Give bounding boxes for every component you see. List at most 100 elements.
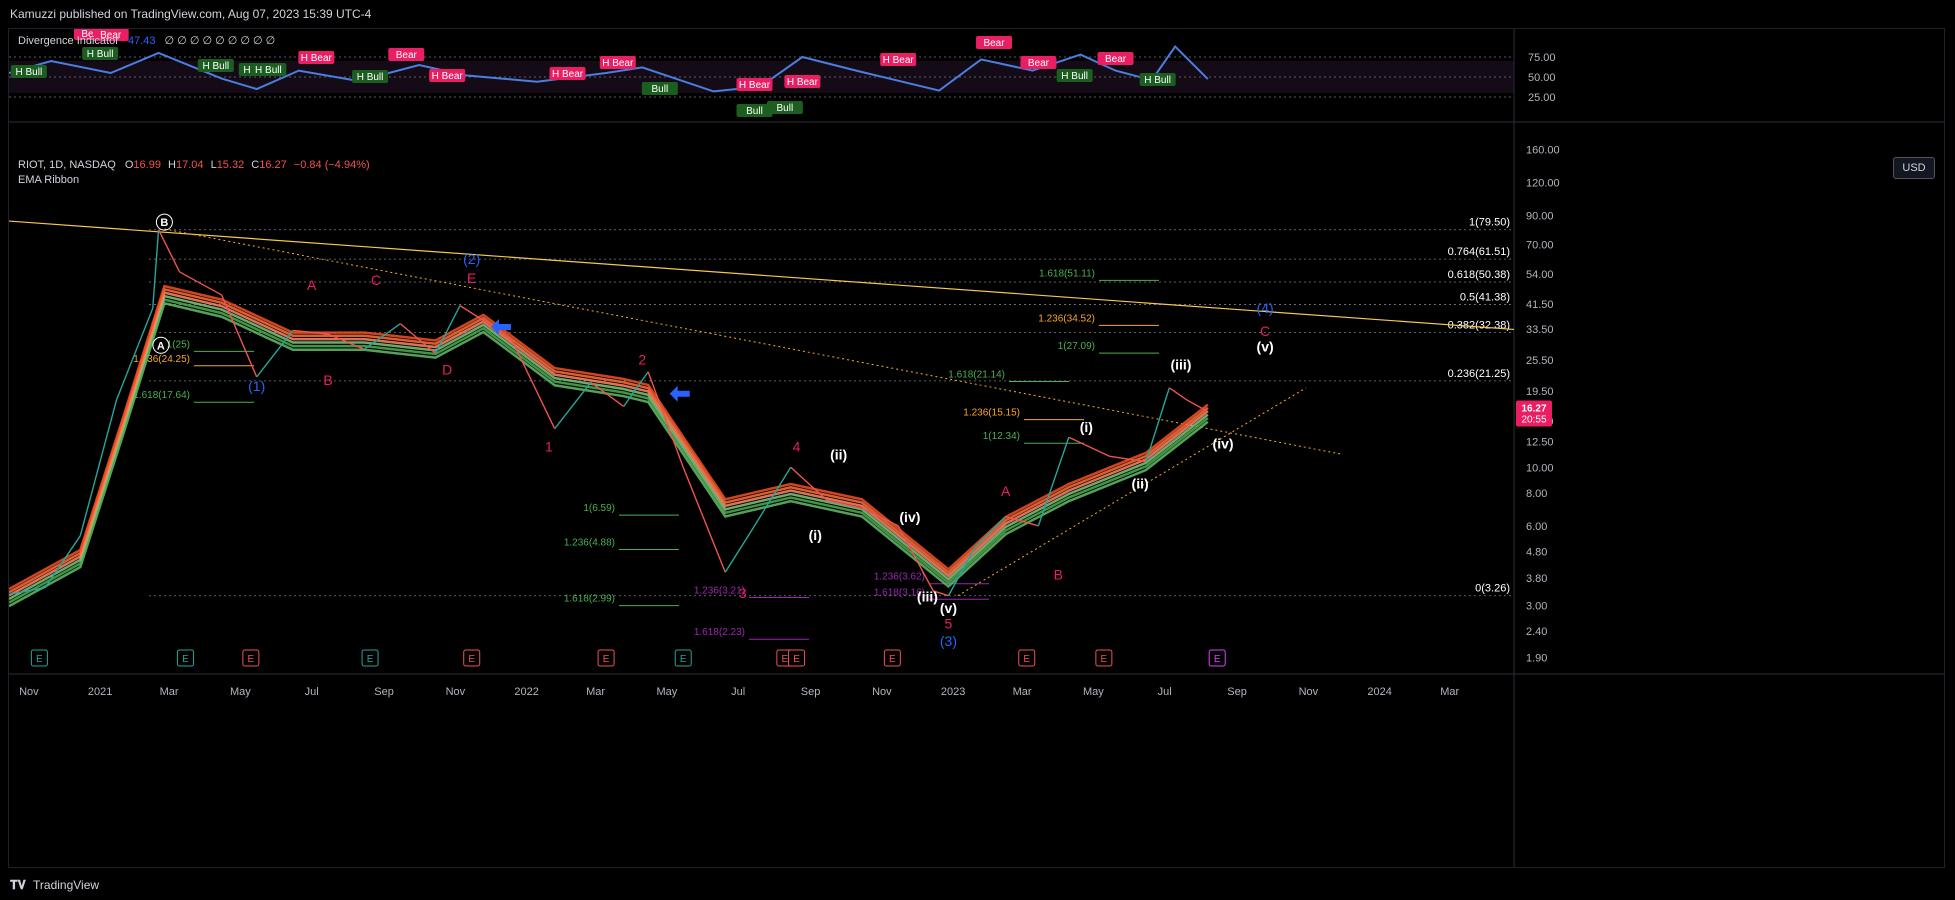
chart-frame[interactable]: 75.00 50.00 25.00 H Bull H Bull H Bull H Bull H… (0, 27, 1945, 868)
price-segment (152, 229, 160, 309)
price-tick-label: 19.50 (1526, 386, 1554, 398)
bear-label: H Bear (602, 58, 634, 69)
time-tick-label: Jul (731, 686, 745, 698)
wave-label: (2) (463, 251, 480, 267)
wave-label: (4) (1257, 300, 1274, 316)
price-tick-label: 8.00 (1526, 488, 1547, 500)
fib-projection-label: 1.618(17.64) (133, 390, 190, 401)
fib-projection-label: 1.618(51.11) (1039, 268, 1095, 279)
wave-label: C (1260, 323, 1270, 339)
bull-label: Bull (651, 84, 668, 95)
bull-label: H Bull (1061, 71, 1088, 82)
bear-label: H Bear (787, 77, 819, 88)
oscillator-level-label: 25.00 (1528, 92, 1556, 104)
wave-label: B (323, 372, 332, 388)
bull-label: Bull (746, 106, 763, 117)
published-header: Kamuzzi published on TradingView.com, Au… (0, 0, 1955, 28)
fib-projection-label: 1(27.09) (1058, 341, 1095, 352)
fib-projection-label: 1.236(4.88) (564, 538, 615, 549)
wave-label: B (1054, 567, 1063, 583)
indicator-name: Divergence Indicator (18, 35, 119, 47)
bear-label: H Bear (883, 55, 915, 66)
bear-label: H Bear (432, 71, 464, 82)
time-tick-label: Jul (305, 686, 319, 698)
price-tick-label: 3.80 (1526, 573, 1547, 585)
earnings-marker-label: E (468, 654, 475, 665)
fib-projection-label: 1(12.34) (983, 431, 1020, 442)
price-segment (647, 371, 684, 468)
price-tick-label: 41.50 (1526, 299, 1554, 311)
oscillator-level-label: 75.00 (1528, 52, 1556, 64)
earnings-marker-label: E (1023, 654, 1030, 665)
close-value: 16.27 (259, 159, 287, 171)
last-price-value: 16.27 (1521, 404, 1546, 415)
bear-label: Bear (1028, 58, 1050, 69)
wave-label: (v) (940, 600, 957, 616)
price-tick-label: 33.50 (1526, 324, 1554, 336)
price-tick-label: 160.00 (1526, 145, 1560, 157)
wave-label: C (371, 272, 381, 288)
fib-level-label: 1(79.50) (1469, 217, 1510, 229)
bear-label: H Bear (552, 69, 584, 80)
bear-label: Bear (1105, 54, 1127, 65)
bear-label: Bear (396, 50, 418, 61)
study-label[interactable]: EMA Ribbon (18, 174, 370, 186)
fib-level-label: 0.236(21.25) (1448, 368, 1510, 380)
high-value: 17.04 (175, 159, 204, 171)
time-tick-label: Jul (1158, 686, 1172, 698)
earnings-marker-label: E (182, 654, 189, 665)
tradingview-logo-icon: 𝐓𝐕 (10, 878, 26, 892)
time-tick-label: May (1083, 686, 1104, 698)
earnings-marker-label: E (793, 654, 800, 665)
wave-label: (iii) (1170, 356, 1191, 372)
time-tick-label: Nov (19, 686, 39, 698)
earnings-marker-label: E (248, 654, 255, 665)
indicator-legend[interactable]: Divergence Indicator 47.43 ∅ ∅ ∅ ∅ ∅ ∅ ∅… (18, 34, 275, 47)
open-value: 16.99 (133, 159, 161, 171)
wave-label: (i) (809, 527, 822, 543)
price-tick-label: 10.00 (1526, 462, 1554, 474)
main-legend[interactable]: RIOT, 1D, NASDAQ O16.99 H17.04 L15.32 C1… (18, 159, 370, 186)
wave-label: (v) (1257, 338, 1274, 354)
footer: 𝐓𝐕 TradingView (0, 870, 1955, 900)
fib-level-label: 0.618(50.38) (1448, 269, 1510, 281)
earnings-marker-label: E (367, 654, 374, 665)
published-text: Kamuzzi published on TradingView.com, Au… (10, 7, 372, 21)
wave-label: (3) (940, 633, 957, 649)
earnings-marker-label: E (1214, 654, 1221, 665)
arrow-left-icon (669, 385, 690, 402)
fib-projection-label: 1.236(3.62) (874, 572, 925, 583)
price-tick-label: 120.00 (1526, 178, 1560, 190)
chart-svg[interactable]: 75.00 50.00 25.00 H Bull H Bull H Bull H Bull H… (0, 27, 1944, 867)
fib-level-label: 0.5(41.38) (1460, 292, 1510, 304)
time-tick-label: Mar (1440, 686, 1459, 698)
wave-label: (iv) (1213, 435, 1234, 451)
price-segment (1037, 436, 1070, 527)
time-tick-label: Mar (1013, 686, 1032, 698)
wave-label: 5 (945, 615, 953, 631)
price-segment (459, 305, 484, 322)
time-tick-label: 2024 (1367, 686, 1391, 698)
time-tick-label: Nov (872, 686, 892, 698)
time-tick-label: Sep (1227, 686, 1247, 698)
earnings-marker-label: E (1101, 654, 1108, 665)
fib-projection-label: 1.236(34.52) (1038, 313, 1095, 324)
currency-button[interactable]: USD (1893, 157, 1935, 179)
bear-label: H Bear (301, 53, 333, 64)
price-segment (157, 229, 181, 273)
bull-label: H Bull (202, 61, 229, 72)
price-tick-label: 70.00 (1526, 239, 1554, 251)
fib-projection-label: 1.618(21.14) (948, 370, 1005, 381)
price-tick-label: 12.50 (1526, 437, 1554, 449)
wave-label: 4 (793, 438, 801, 454)
wave-label: (i) (1080, 419, 1093, 435)
price-tick-label: 6.00 (1526, 521, 1547, 533)
time-tick-label: Mar (160, 686, 179, 698)
wave-label: (iv) (899, 509, 920, 525)
symbol-label: RIOT, 1D, NASDAQ (18, 159, 116, 171)
low-value: 15.32 (216, 159, 245, 171)
bull-label: H Bull (255, 65, 282, 76)
time-tick-label: 2022 (514, 686, 538, 698)
wave-label: A (1001, 483, 1011, 499)
brand-label: TradingView (33, 878, 100, 892)
